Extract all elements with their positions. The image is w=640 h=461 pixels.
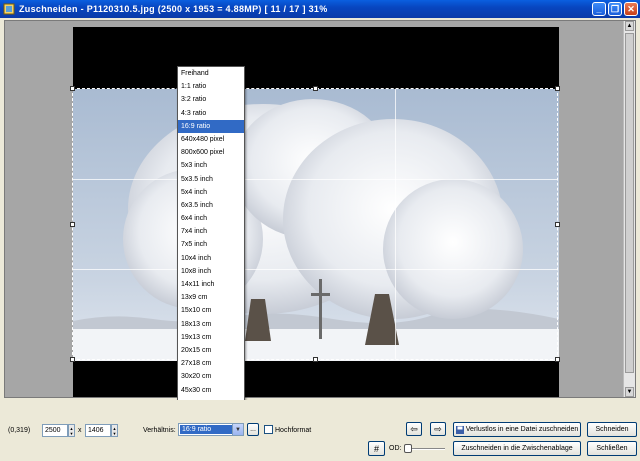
window-title: Zuschneiden - P1120310.5.jpg (2500 x 195… <box>19 4 328 14</box>
height-spinner[interactable]: ▲ ▼ <box>111 424 118 437</box>
scroll-up-icon[interactable]: ▲ <box>625 21 634 31</box>
crop-handle-left[interactable] <box>70 222 75 227</box>
grid-line <box>73 178 557 180</box>
cursor-coordinates: (0,319) <box>8 427 31 434</box>
grid-toggle-button[interactable]: # <box>368 441 385 456</box>
maximize-button[interactable]: ❐ <box>608 2 622 16</box>
portrait-label: Hochformat <box>275 427 312 434</box>
crop-selection[interactable] <box>70 86 560 362</box>
ratio-option[interactable]: 5x3 inch <box>178 159 244 172</box>
crop-button[interactable]: Schneiden <box>587 422 637 437</box>
chevron-down-icon[interactable]: ▼ <box>232 424 243 435</box>
close-window-button[interactable]: ✕ <box>624 2 638 16</box>
ratio-option[interactable]: 30x20 cm <box>178 370 244 383</box>
next-arrow-button[interactable]: ⇨ <box>430 422 446 436</box>
save-disk-icon <box>455 425 464 434</box>
ratio-option[interactable]: Freihand <box>178 67 244 80</box>
lossless-crop-button[interactable]: Verlustlos in eine Datei zuschneiden <box>453 422 581 437</box>
ratio-option[interactable]: 3:2 ratio <box>178 93 244 106</box>
ratio-option[interactable]: 1:1 ratio <box>178 80 244 93</box>
ratio-option[interactable]: 18x13 cm <box>178 318 244 331</box>
previous-arrow-button[interactable]: ⇦ <box>406 422 422 436</box>
ratio-option[interactable]: 10x4 inch <box>178 252 244 265</box>
crop-handle-top[interactable] <box>313 86 318 91</box>
ratio-option[interactable]: 13x9 cm <box>178 291 244 304</box>
ratio-option[interactable]: 20x15 cm <box>178 344 244 357</box>
ratio-option[interactable]: 15x10 cm <box>178 304 244 317</box>
od-slider-handle[interactable] <box>404 444 412 453</box>
ratio-option[interactable]: 16:9 ratio <box>178 119 244 133</box>
ratio-option[interactable]: 800x600 pixel <box>178 146 244 159</box>
ratio-option[interactable]: 5x4 inch <box>178 186 244 199</box>
vertical-scrollbar[interactable]: ▲ ▼ <box>623 21 635 397</box>
ratio-option[interactable]: 5x3.5 inch <box>178 173 244 186</box>
lossless-crop-label: Verlustlos in eine Datei zuschneiden <box>465 426 579 433</box>
ratio-option[interactable]: 27x18 cm <box>178 357 244 370</box>
more-options-button[interactable]: ... <box>247 423 259 436</box>
times-label: x <box>78 427 82 434</box>
minimize-button[interactable]: _ <box>592 2 606 16</box>
crop-handle-top-left[interactable] <box>70 86 75 91</box>
scroll-down-icon[interactable]: ▼ <box>625 387 634 397</box>
crop-handle-bottom-left[interactable] <box>70 357 75 362</box>
ratio-option[interactable]: 14x11 inch <box>178 278 244 291</box>
crop-to-clipboard-button[interactable]: Zuschneiden in die Zwischenablage <box>453 441 581 456</box>
ratio-option[interactable]: 4:3 ratio <box>178 107 244 120</box>
height-field[interactable]: 1406 <box>85 424 111 437</box>
ratio-option[interactable]: 19x13 cm <box>178 331 244 344</box>
crop-handle-bottom[interactable] <box>313 357 318 362</box>
ratio-option[interactable]: 10x8 inch <box>178 265 244 278</box>
close-button[interactable]: Schließen <box>587 441 637 456</box>
ratio-label: Verhältnis: <box>143 427 176 434</box>
ratio-option[interactable]: 6x3.5 inch <box>178 199 244 212</box>
ratio-select[interactable]: 16:9 ratio ▼ <box>178 423 244 436</box>
crop-app-icon <box>3 3 15 15</box>
width-spinner[interactable]: ▲ ▼ <box>68 424 75 437</box>
width-field[interactable]: 2500 <box>42 424 68 437</box>
crop-handle-top-right[interactable] <box>555 86 560 91</box>
ratio-dropdown-list[interactable]: Freihand 1:1 ratio 3:2 ratio 4:3 ratio 16:9 … <box>177 66 245 423</box>
grid-line <box>73 268 557 270</box>
crop-handle-right[interactable] <box>555 222 560 227</box>
ratio-option[interactable]: 640x480 pixel <box>178 133 244 146</box>
ratio-option[interactable]: 7x4 inch <box>178 225 244 238</box>
od-label: OD: <box>389 445 402 452</box>
crop-handle-bottom-right[interactable] <box>555 357 560 362</box>
title-bar: Zuschneiden - P1120310.5.jpg (2500 x 195… <box>0 0 640 18</box>
ratio-select-value: 16:9 ratio <box>180 425 232 434</box>
grid-line <box>395 89 397 359</box>
portrait-checkbox[interactable] <box>264 425 273 434</box>
ratio-option[interactable]: 6x4 inch <box>178 212 244 225</box>
ratio-option[interactable]: 45x30 cm <box>178 384 244 397</box>
ratio-option[interactable]: 7x5 inch <box>178 238 244 251</box>
scroll-thumb[interactable] <box>625 33 634 373</box>
